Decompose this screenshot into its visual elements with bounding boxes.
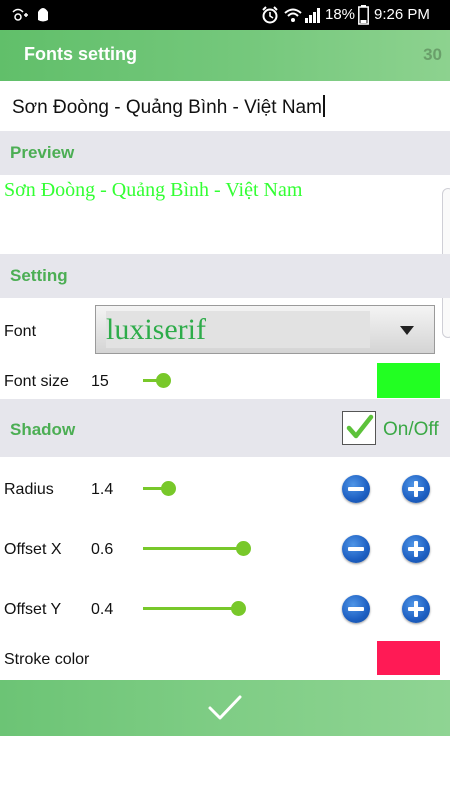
signal-icon (305, 8, 320, 23)
font-size-slider-knob[interactable] (156, 373, 171, 388)
radius-decrease-button[interactable] (342, 475, 370, 503)
stroke-color-label: Stroke color (4, 651, 90, 668)
offset-x-slider-knob[interactable] (236, 541, 251, 556)
status-bar: 18% 9:26 PM (0, 0, 450, 30)
app-header: Fonts setting 30 (0, 30, 450, 81)
preview-label: Preview (10, 143, 75, 162)
battery-icon (358, 5, 369, 25)
offset-x-slider[interactable] (143, 541, 251, 557)
offset-y-value: 0.4 (91, 601, 114, 618)
text-caret (322, 95, 325, 117)
offset-x-slider-track (143, 547, 238, 550)
offset-x-label: Offset X (4, 541, 62, 558)
offset-y-slider-track (143, 607, 233, 610)
hotspot-icon (12, 8, 28, 21)
battery-percent: 18% (325, 6, 356, 23)
stroke-color-swatch[interactable] (377, 641, 440, 675)
chevron-down-icon (400, 326, 414, 335)
minus-circle-icon (348, 547, 364, 551)
offset-x-increase-button[interactable] (402, 535, 430, 563)
checkmark-icon (208, 695, 242, 720)
offset-y-label: Offset Y (4, 601, 62, 618)
status-time: 9:26 PM (374, 6, 430, 23)
wifi-icon (284, 8, 302, 22)
radius-label: Radius (4, 481, 54, 498)
offset-x-value: 0.6 (91, 541, 114, 558)
preview-text: Sơn Đoòng - Quảng Bình - Việt Nam (4, 179, 303, 201)
confirm-button[interactable] (0, 680, 450, 736)
shadow-toggle-checkbox[interactable] (342, 411, 376, 445)
radius-slider-track (143, 487, 163, 490)
font-color-swatch[interactable] (377, 363, 440, 398)
radius-slider[interactable] (143, 481, 243, 497)
font-size-value: 15 (91, 373, 109, 390)
font-size-slider[interactable] (143, 373, 243, 389)
preview-section-header: Preview (0, 131, 450, 175)
offset-y-slider-knob[interactable] (231, 601, 246, 616)
radius-slider-knob[interactable] (161, 481, 176, 496)
offset-y-increase-button[interactable] (402, 595, 430, 623)
setting-section-header: Setting (0, 254, 450, 298)
offset-x-decrease-button[interactable] (342, 535, 370, 563)
checkmark-icon (346, 414, 374, 439)
text-input[interactable]: Sơn Đoòng - Quảng Bình - Việt Nam (0, 81, 450, 131)
font-label: Font (4, 323, 37, 340)
text-input-value: Sơn Đoòng - Quảng Bình - Việt Nam (12, 97, 322, 118)
page-title: Fonts setting (24, 44, 137, 64)
header-count: 30 (423, 45, 442, 64)
font-size-label: Font size (4, 373, 69, 390)
alarm-icon (262, 6, 278, 24)
app-notification-icon (38, 8, 48, 22)
offset-y-decrease-button[interactable] (342, 595, 370, 623)
radius-increase-button[interactable] (402, 475, 430, 503)
shadow-toggle-label: On/Off (383, 419, 439, 440)
font-dropdown-value: luxiserif (106, 313, 206, 346)
setting-label: Setting (10, 266, 68, 285)
minus-circle-icon (348, 607, 364, 611)
shadow-label: Shadow (10, 420, 76, 439)
font-dropdown[interactable]: luxiserif (95, 305, 435, 354)
offset-y-slider[interactable] (143, 601, 246, 617)
radius-value: 1.4 (91, 481, 114, 498)
minus-circle-icon (348, 487, 364, 491)
